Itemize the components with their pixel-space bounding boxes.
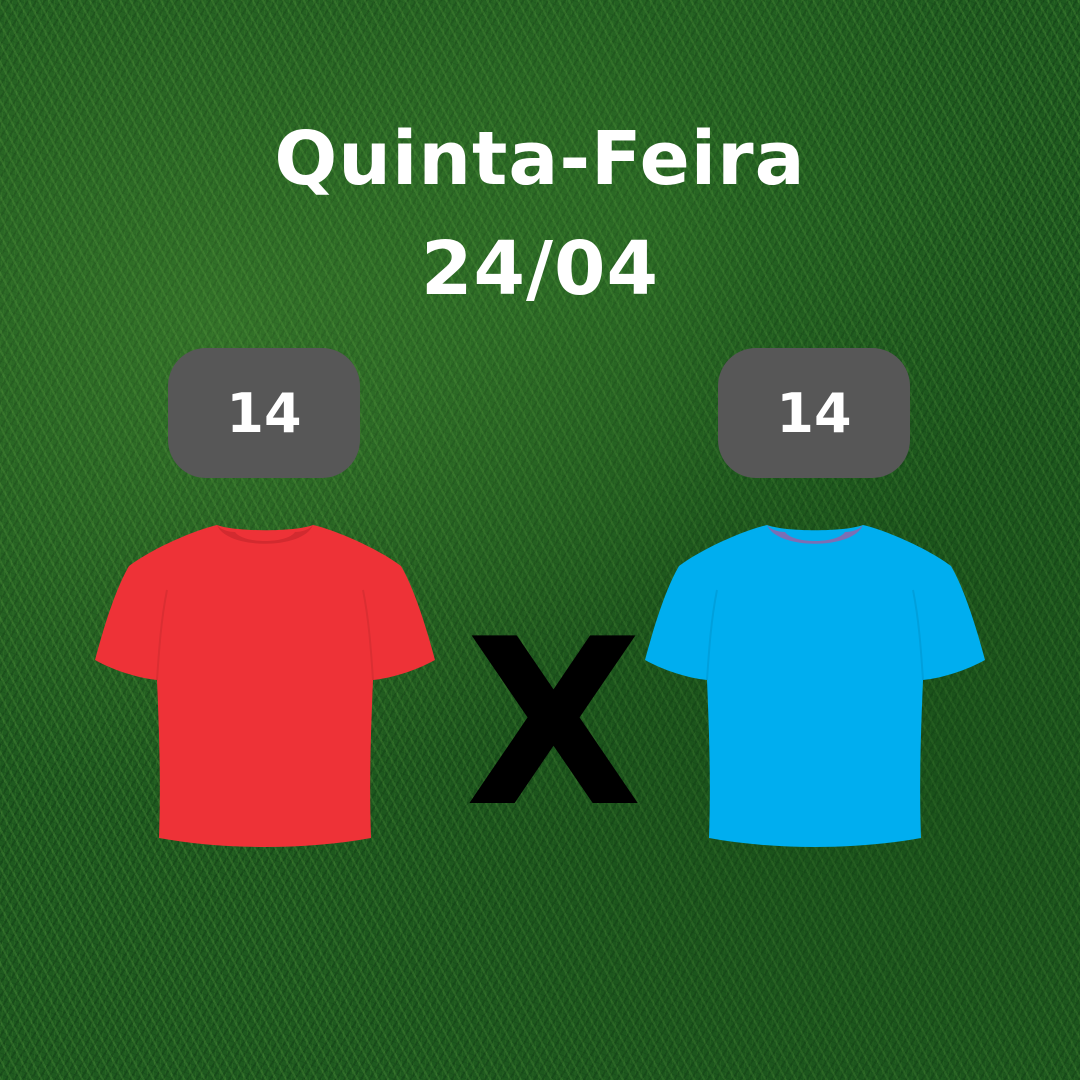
- date-title: 24/04: [421, 226, 659, 312]
- team-right-count-badge: 14: [718, 348, 910, 478]
- blue-tshirt-icon: [645, 525, 985, 847]
- team-left-count-badge: 14: [168, 348, 360, 478]
- red-tshirt-icon: [95, 525, 435, 847]
- versus-x: X: [465, 591, 643, 858]
- weekday-title: Quinta-Feira: [274, 116, 806, 202]
